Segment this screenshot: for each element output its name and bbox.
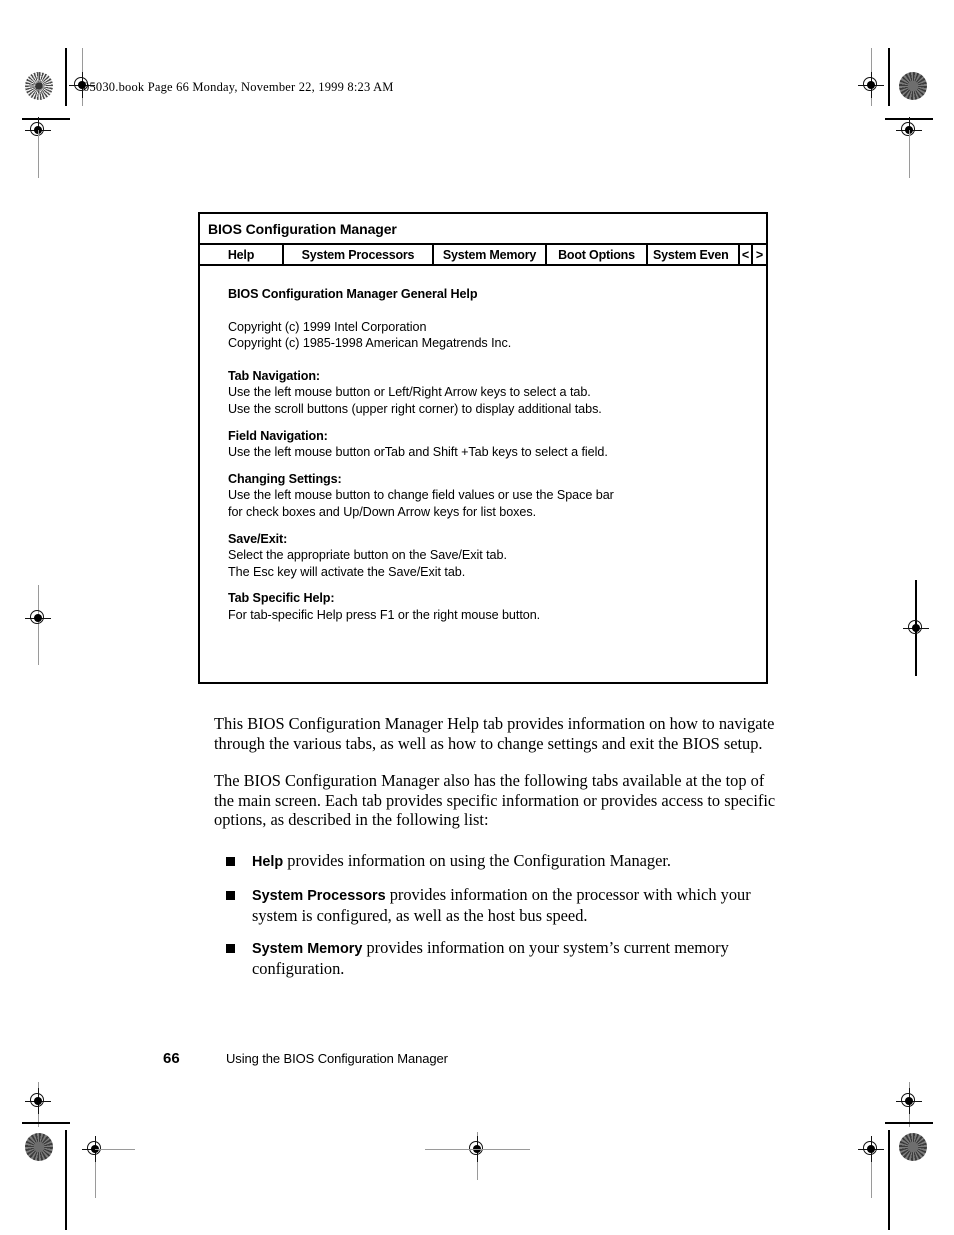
- list-item-label: System Processors: [252, 887, 386, 904]
- list-item-label: Help: [252, 854, 284, 870]
- square-bullet-icon: [226, 943, 235, 953]
- registration-mark-left-middle: [25, 605, 51, 631]
- section-heading-field-navigation: Field Navigation:: [228, 428, 328, 443]
- registration-mark-right-middle: [903, 615, 929, 641]
- bios-tab-bar: Help System Processors System Memory Boo…: [200, 245, 766, 266]
- section-save-exit-line-2: The Esc key will activate the Save/Exit …: [228, 564, 466, 579]
- copyright-line-intel: Copyright (c) 1999 Intel Corporation: [228, 319, 427, 334]
- tab-system-processors[interactable]: System Processors: [284, 245, 434, 264]
- registration-mark-left-lower: [25, 1088, 51, 1114]
- section-heading-tab-specific-help: Tab Specific Help:: [228, 591, 335, 606]
- registration-mark-bottom-right: [858, 1136, 884, 1162]
- scroll-right-icon[interactable]: >: [753, 245, 766, 264]
- print-control-star-top-right: [899, 72, 927, 100]
- footer-chapter-title: Using the BIOS Configuration Manager: [226, 1051, 448, 1066]
- tab-help[interactable]: Help: [200, 245, 284, 264]
- paragraph-available-tabs-intro: The BIOS Configuration Manager also has …: [214, 771, 776, 830]
- registration-crosshair-bottom-center: [425, 1149, 530, 1150]
- section-heading-changing-settings: Changing Settings:: [228, 471, 342, 486]
- list-item-label: System Memory: [252, 940, 363, 957]
- registration-mark-right-lower: [896, 1088, 922, 1114]
- tab-system-memory[interactable]: System Memory: [434, 245, 547, 264]
- list-item: System Processors provides information o…: [226, 885, 782, 926]
- bios-window-titlebar: BIOS Configuration Manager: [200, 214, 766, 245]
- section-heading-tab-navigation: Tab Navigation:: [228, 368, 321, 383]
- bios-help-heading: BIOS Configuration Manager General Help: [228, 287, 478, 301]
- section-tab-navigation-line-1: Use the left mouse button or Left/Right …: [228, 385, 591, 400]
- section-tab-specific-help-line-1: For tab-specific Help press F1 or the ri…: [228, 607, 541, 622]
- copyright-line-ami: Copyright (c) 1985-1998 American Megatre…: [228, 336, 512, 351]
- trim-line-left-page-edge-top: [65, 48, 67, 106]
- section-field-navigation-line-1: Use the left mouse button orTab and Shif…: [228, 445, 608, 460]
- scroll-left-icon[interactable]: <: [740, 245, 753, 264]
- list-item-text: provides information on using the Config…: [283, 851, 672, 870]
- bios-configuration-manager-window: BIOS Configuration Manager Help System P…: [198, 212, 768, 684]
- tab-description-list: Help provides information on using the C…: [226, 851, 782, 991]
- trim-line-left-page-edge: [65, 1130, 67, 1230]
- registration-guide-line-right-upper: [909, 130, 910, 178]
- section-tab-navigation-line-2: Use the scroll buttons (upper right corn…: [228, 401, 602, 416]
- section-changing-settings-line-1: Use the left mouse button to change fiel…: [228, 488, 614, 503]
- trim-mark-bottom-right: [885, 1122, 933, 1124]
- paragraph-help-tab-overview: This BIOS Configuration Manager Help tab…: [214, 714, 775, 753]
- print-control-star-bottom-right: [899, 1133, 927, 1161]
- trim-line-right-page-edge: [888, 1130, 890, 1230]
- print-control-star-bottom-left: [25, 1133, 53, 1161]
- section-save-exit-line-1: Select the appropriate button on the Sav…: [228, 548, 507, 563]
- square-bullet-icon: [226, 857, 235, 866]
- bios-help-content: BIOS Configuration Manager General Help …: [200, 266, 766, 624]
- page-footer: 66 Using the BIOS Configuration Manager: [163, 1050, 448, 1067]
- list-item: Help provides information on using the C…: [226, 851, 782, 873]
- tab-system-events[interactable]: System Even: [648, 245, 740, 264]
- section-heading-save-exit: Save/Exit:: [228, 531, 288, 546]
- registration-guide-line-left-upper: [38, 130, 39, 178]
- body-paragraphs: This BIOS Configuration Manager Help tab…: [214, 714, 776, 848]
- bios-window-title: BIOS Configuration Manager: [208, 220, 397, 237]
- running-header-text: 05030.book Page 66 Monday, November 22, …: [83, 80, 394, 94]
- tab-boot-options[interactable]: Boot Options: [547, 245, 648, 264]
- section-changing-settings-line-2: for check boxes and Up/Down Arrow keys f…: [228, 504, 537, 519]
- trim-line-right-page-edge-top: [888, 48, 890, 106]
- list-item: System Memory provides information on yo…: [226, 938, 782, 979]
- square-bullet-icon: [226, 890, 235, 900]
- registration-mark-top-right: [858, 72, 884, 98]
- print-control-star-top-left: [25, 72, 53, 100]
- registration-crosshair-bottom-left: [95, 1149, 135, 1150]
- page-number: 66: [163, 1050, 180, 1067]
- trim-mark-bottom-left: [22, 1122, 70, 1124]
